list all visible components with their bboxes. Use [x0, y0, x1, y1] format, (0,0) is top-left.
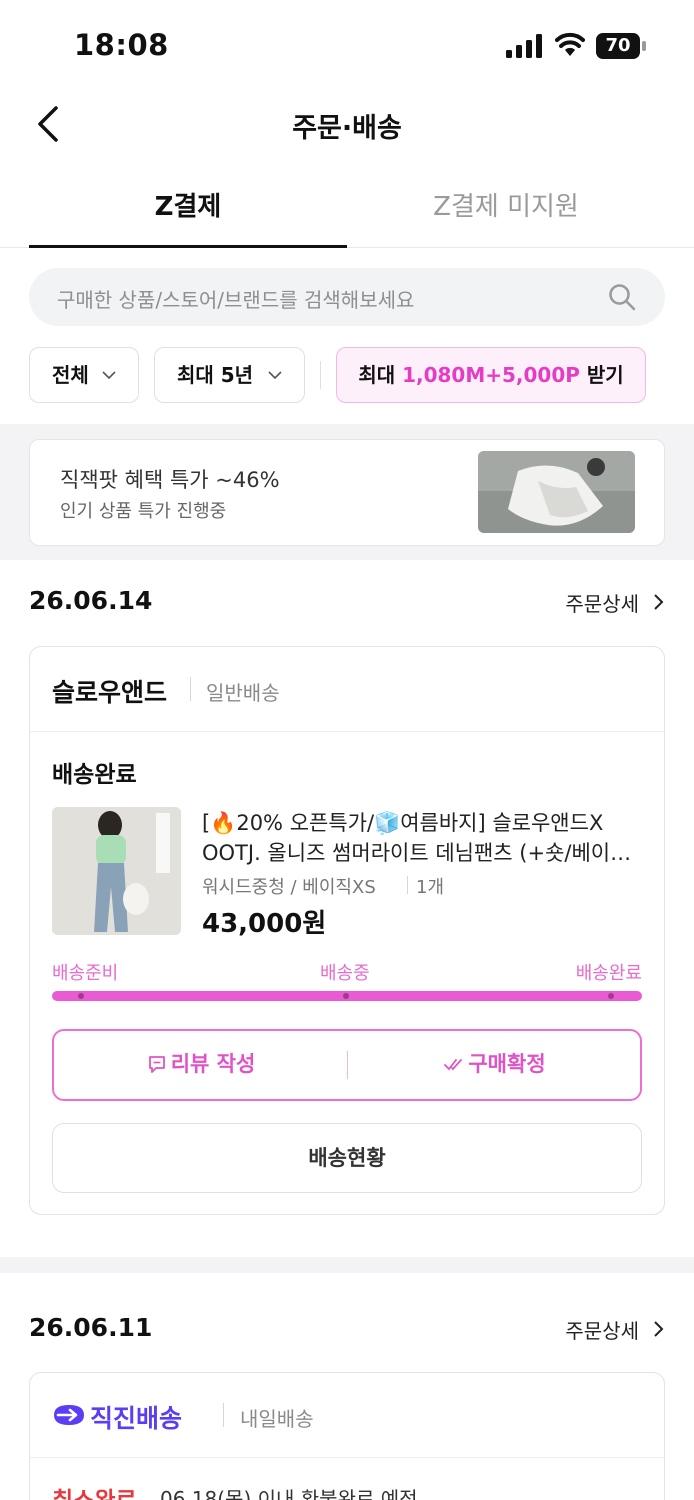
chevron-down-icon: [268, 371, 282, 380]
order-date-row: 26.06.11 주문상세: [29, 1313, 665, 1353]
filter-period-label: 최대 5년: [177, 363, 254, 387]
chevron-right-icon: [654, 1321, 664, 1337]
page-title: 주문·배송: [292, 113, 402, 144]
order-detail-label: 주문상세: [565, 1319, 639, 1343]
tab-zpay[interactable]: Z결제: [29, 172, 347, 248]
reward-promo-button[interactable]: 최대 1,080M+5,000P 받기: [336, 347, 646, 403]
order-card-header: 슬로우앤드 일반배송: [30, 647, 664, 732]
section-separator: [0, 1257, 694, 1273]
stage-label-delivered: 배송완료: [575, 963, 642, 984]
product-price: 43,000원: [202, 909, 327, 939]
cancel-status: 취소완료: [52, 1481, 137, 1500]
search-icon[interactable]: [607, 282, 637, 312]
order-card: 슬로우앤드 일반배송 배송완료 [🔥20% 오픈특가/🧊여름바지] 슬로우앤드X…: [29, 646, 665, 1215]
product-thumbnail[interactable]: [52, 807, 181, 935]
cellular-signal-icon: [506, 34, 542, 58]
delivery-progress-bar: [52, 991, 642, 1001]
tab-zpay-unsupported[interactable]: Z결제 미지원: [347, 172, 665, 248]
delivery-status: 배송완료: [52, 762, 137, 788]
progress-dot: [78, 993, 84, 999]
battery-level: 70: [605, 35, 631, 56]
stage-label-preparing: 배송준비: [52, 963, 119, 984]
order-detail-label: 주문상세: [565, 592, 639, 616]
order-detail-link[interactable]: 주문상세: [565, 588, 665, 617]
progress-dot: [608, 993, 614, 999]
banner-subtitle: 인기 상품 특가 진행중: [60, 501, 227, 522]
banner-image: [478, 451, 635, 533]
product-quantity: 1개: [416, 877, 445, 898]
confirm-purchase-label: 구매확정: [468, 1052, 546, 1076]
payment-tabs: Z결제 Z결제 미지원: [0, 172, 694, 248]
write-review-button[interactable]: 리뷰 작성: [54, 1031, 348, 1099]
direct-delivery-label: 직진배송: [90, 1404, 183, 1433]
product-title-line-1[interactable]: [🔥20% 오픈특가/🧊여름바지] 슬로우앤드X: [202, 807, 603, 837]
order-card-header: 직진배송 내일배송: [30, 1373, 664, 1458]
order-date-row: 26.06.14 주문상세: [29, 586, 665, 626]
filter-divider: [320, 361, 321, 389]
header-divider: [223, 1403, 224, 1427]
filter-status-label: 전체: [52, 363, 89, 387]
order-actions: 리뷰 작성 구매확정: [52, 1029, 642, 1101]
direct-delivery-logo-icon: [54, 1405, 84, 1425]
shipping-type: 내일배송: [240, 1407, 314, 1431]
wifi-icon: [555, 32, 585, 56]
promo-banner[interactable]: 직잭팟 혜택 특가 ~46% 인기 상품 특가 진행중: [29, 439, 665, 546]
order-detail-link[interactable]: 주문상세: [565, 1315, 665, 1344]
status-time: 18:08: [74, 28, 169, 62]
order-card: 직진배송 내일배송 취소완료 06.18(목) 이내 환불완료 예정: [29, 1372, 665, 1500]
double-check-icon: [444, 1059, 463, 1071]
order-date: 26.06.11: [29, 1313, 153, 1342]
promo-suffix: 받기: [579, 363, 624, 387]
confirm-purchase-button[interactable]: 구매확정: [348, 1031, 642, 1099]
chevron-right-icon: [654, 594, 664, 610]
product-option: 워시드중청 / 베이직XS: [202, 877, 376, 898]
order-search-input[interactable]: 구매한 상품/스토어/브랜드를 검색해보세요: [29, 268, 665, 326]
option-divider: [407, 876, 408, 894]
banner-title: 직잭팟 혜택 특가 ~46%: [60, 468, 280, 492]
header-divider: [190, 677, 191, 701]
battery-icon: 70: [596, 33, 646, 59]
status-bar: 18:08 70: [0, 0, 694, 90]
chevron-down-icon: [102, 371, 116, 380]
order-date: 26.06.14: [29, 586, 153, 615]
review-icon: [148, 1056, 165, 1073]
promo-prefix: 최대: [358, 363, 403, 387]
refund-note: 06.18(목) 이내 환불완료 예정: [160, 1487, 418, 1500]
write-review-label: 리뷰 작성: [170, 1052, 256, 1076]
stage-label-shipping: 배송중: [320, 963, 370, 984]
store-name[interactable]: 슬로우앤드: [52, 673, 167, 709]
progress-dot: [343, 993, 349, 999]
promo-highlight: 1,080M+5,000P: [402, 363, 580, 387]
shipping-type: 일반배송: [206, 681, 280, 705]
product-title-line-2[interactable]: OOTJ. 올니즈 썸머라이트 데님팬츠 (+숏/베이…: [202, 837, 631, 867]
navigation-bar: 주문·배송: [0, 90, 694, 160]
delivery-tracking-button[interactable]: 배송현황: [52, 1123, 642, 1193]
filter-period-dropdown[interactable]: 최대 5년: [154, 347, 305, 403]
filter-status-dropdown[interactable]: 전체: [29, 347, 139, 403]
search-placeholder: 구매한 상품/스토어/브랜드를 검색해보세요: [57, 288, 415, 312]
